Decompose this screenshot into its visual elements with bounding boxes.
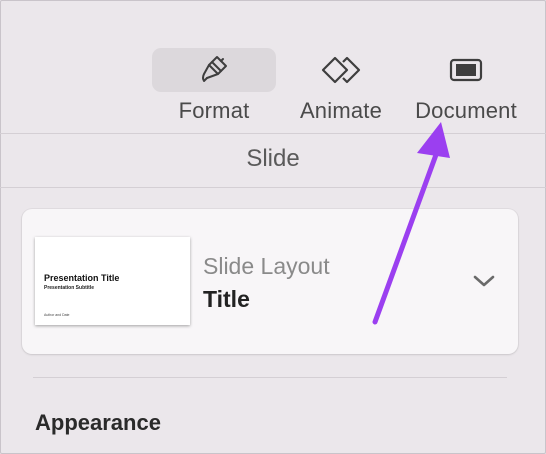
annotation-arrow — [372, 122, 450, 325]
